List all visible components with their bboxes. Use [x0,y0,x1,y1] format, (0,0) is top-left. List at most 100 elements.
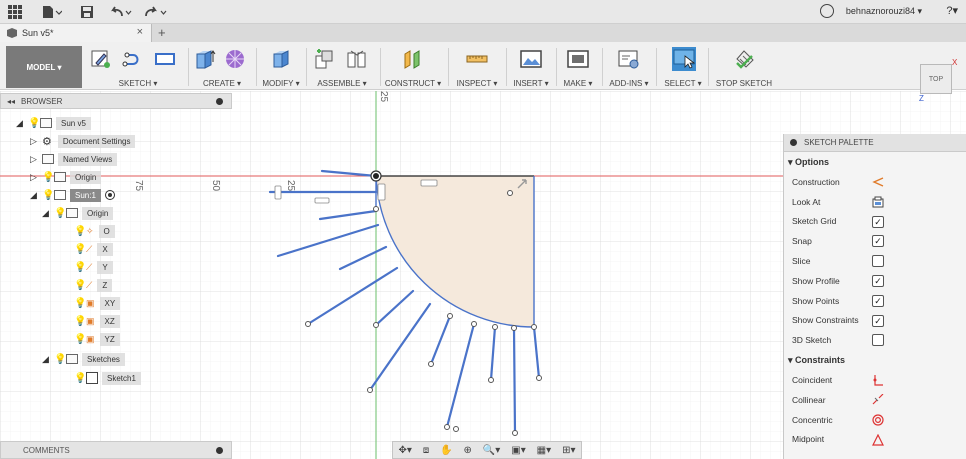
browser-panel-header[interactable]: ◂◂ BROWSER [0,93,232,109]
palette-pin-icon[interactable] [790,139,797,146]
view-cube[interactable]: TOP [920,64,952,94]
slice-checkbox[interactable] [872,255,884,268]
concentric-icon[interactable] [872,414,884,426]
look-at-icon[interactable] [872,196,884,208]
tree-xy-plane[interactable]: 💡 ▣ XY [74,295,121,311]
close-tab-icon[interactable]: × [137,26,143,38]
activate-radio-icon[interactable] [104,190,115,200]
visibility-bulb-icon[interactable]: 💡 [42,190,54,201]
modify-group[interactable]: MODIFY ▾ [258,44,304,90]
option-3d-sketch[interactable]: 3D Sketch [784,330,966,350]
display-settings-icon[interactable]: ▣▾ [511,445,525,456]
visibility-bulb-icon[interactable]: 💡 [54,208,66,219]
tree-document-settings[interactable]: ▷ ⚙ Document Settings [30,133,136,149]
visibility-bulb-icon[interactable]: 💡 [42,172,54,183]
visibility-bulb-icon[interactable]: 💡 [74,316,86,327]
sketch-group[interactable]: SKETCH ▾ [88,44,188,90]
visibility-bulb-icon[interactable]: 💡 [74,244,86,255]
tree-sun-origin[interactable]: ◢ 💡 Origin [42,205,114,221]
insert-image-icon[interactable] [520,48,542,70]
option-construction[interactable]: Construction [784,172,966,192]
visibility-bulb-icon[interactable]: 💡 [74,373,86,384]
stop-sketch-icon[interactable] [734,48,756,70]
3d-sketch-checkbox[interactable] [872,334,884,347]
form-icon[interactable] [224,48,246,70]
sketch-palette-header[interactable]: SKETCH PALETTE [784,134,966,152]
collapse-browser-icon[interactable]: ◂◂ [7,97,15,106]
sketch-grid-checkbox[interactable]: ✓ [872,215,884,228]
inspect-menu-label[interactable]: INSPECT ▾ [452,79,502,88]
option-snap[interactable]: Snap ✓ [784,231,966,251]
stop-sketch-group[interactable]: STOP SKETCH [712,44,776,90]
insert-group[interactable]: INSERT ▾ [510,44,552,90]
browser-pin-icon[interactable] [216,98,223,105]
constraint-collinear[interactable]: Collinear [784,390,966,410]
workspace-switcher[interactable]: MODEL ▾ [6,46,82,88]
select-group[interactable]: SELECT ▾ [660,44,706,90]
look-at-icon[interactable]: ⧈ [423,445,429,456]
construct-group[interactable]: CONSTRUCT ▾ [382,44,444,90]
comments-panel[interactable]: COMMENTS [0,441,232,459]
constraint-coincident[interactable]: Coincident [784,370,966,390]
visibility-bulb-icon[interactable]: 💡 [74,298,86,309]
show-profile-checkbox[interactable]: ✓ [872,274,884,287]
pan-icon[interactable]: ✋ [440,445,452,456]
scripts-icon[interactable] [618,48,640,70]
sketch-menu-label[interactable]: SKETCH ▾ [88,79,188,88]
tree-z-axis[interactable]: 💡 ⟋ Z [74,277,113,293]
app-grid-icon[interactable] [8,4,22,20]
redo-icon[interactable] [144,4,168,20]
visibility-bulb-icon[interactable]: 💡 [54,354,66,365]
3d-print-icon[interactable] [567,48,589,70]
construction-icon[interactable] [872,176,884,188]
show-constraints-checkbox[interactable]: ✓ [872,314,884,327]
help-menu[interactable]: ?▾ [946,4,958,17]
tree-origin[interactable]: ▷ 💡 Origin [30,169,102,185]
tree-y-axis[interactable]: 💡 ⟋ Y [74,259,113,275]
user-menu[interactable]: behnaznorouzi84 ▾ [846,6,922,17]
create-sketch-icon[interactable] [90,48,112,70]
visibility-bulb-icon[interactable]: 💡 [74,280,86,291]
snap-checkbox[interactable]: ✓ [872,235,884,248]
zoom-window-icon[interactable]: 🔍▾ [483,445,500,456]
insert-menu-label[interactable]: INSERT ▾ [510,79,552,88]
tree-sun-component[interactable]: ◢ 💡 Sun:1 [30,187,115,203]
visibility-bulb-icon[interactable]: 💡 [74,262,86,273]
option-show-constraints[interactable]: Show Constraints ✓ [784,311,966,331]
undo-icon[interactable] [110,4,132,20]
constraint-concentric[interactable]: Concentric [784,410,966,430]
line-icon[interactable] [122,48,144,70]
offset-plane-icon[interactable] [402,48,424,70]
save-icon[interactable] [80,4,94,20]
tree-origin-point[interactable]: 💡 ✧ O [74,223,115,239]
option-sketch-grid[interactable]: Sketch Grid ✓ [784,212,966,232]
measure-icon[interactable] [466,48,488,70]
show-points-checkbox[interactable]: ✓ [872,294,884,307]
visibility-bulb-icon[interactable]: 💡 [74,226,86,237]
assemble-menu-label[interactable]: ASSEMBLE ▾ [308,79,376,88]
collinear-icon[interactable] [872,393,884,406]
constraints-section-header[interactable]: ▾ Constraints [784,350,966,370]
tree-named-views[interactable]: ▷ Named Views [30,151,118,167]
option-show-profile[interactable]: Show Profile ✓ [784,271,966,291]
job-status-icon[interactable] [820,4,834,18]
visibility-bulb-icon[interactable]: 💡 [74,334,86,345]
make-group[interactable]: MAKE ▾ [558,44,598,90]
joint-icon[interactable] [346,48,368,70]
new-component-icon[interactable] [314,48,336,70]
tree-yz-plane[interactable]: 💡 ▣ YZ [74,331,120,347]
make-menu-label[interactable]: MAKE ▾ [558,79,598,88]
create-menu-label[interactable]: CREATE ▾ [190,79,254,88]
rectangle-icon[interactable] [154,48,176,70]
select-menu-label[interactable]: SELECT ▾ [660,79,706,88]
assemble-group[interactable]: ASSEMBLE ▾ [308,44,376,90]
inspect-group[interactable]: INSPECT ▾ [452,44,502,90]
stop-sketch-label[interactable]: STOP SKETCH [712,79,776,88]
viewports-icon[interactable]: ⊞▾ [562,445,575,456]
modify-menu-label[interactable]: MODIFY ▾ [258,79,304,88]
tree-sketch1[interactable]: 💡 Sketch1 [74,370,141,386]
visibility-bulb-icon[interactable]: 💡 [28,118,40,129]
orbit-icon[interactable]: ✥▾ [398,445,411,456]
select-icon[interactable] [672,47,696,71]
tree-x-axis[interactable]: 💡 ⟋ X [74,241,113,257]
